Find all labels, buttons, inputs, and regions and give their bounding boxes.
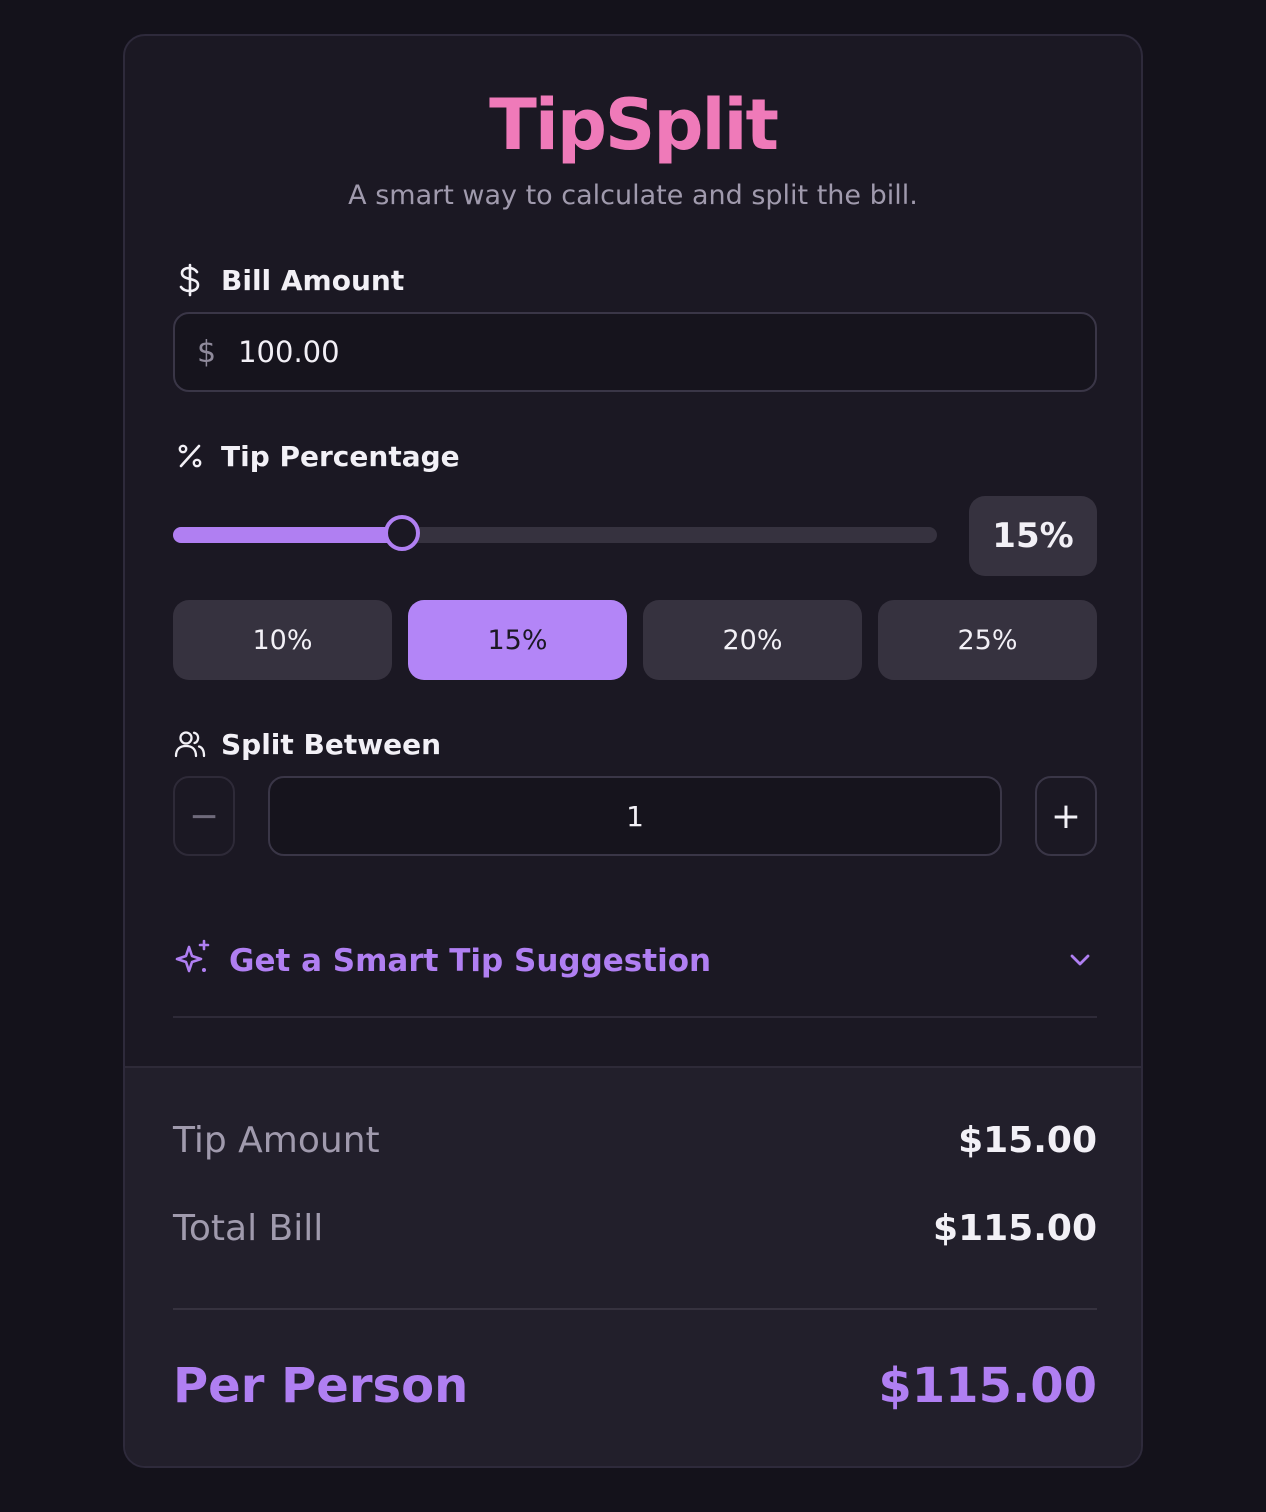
dollar-icon [173,263,207,297]
tip-amount-row: Tip Amount $15.00 [173,1120,1097,1161]
tip-slider[interactable] [173,515,937,551]
smart-tip-suggestion-label: Get a Smart Tip Suggestion [229,943,712,979]
split-between-label-text: Split Between [221,727,442,761]
percent-icon [173,439,207,473]
tip-percentage-display: 15% [969,496,1097,576]
tip-preset-10[interactable]: 10% [173,600,392,680]
bill-amount-label-text: Bill Amount [221,263,405,297]
tip-preset-15[interactable]: 15% [408,600,627,680]
users-icon [173,727,207,761]
app-subtitle: A smart way to calculate and split the b… [348,180,918,211]
people-count-input[interactable]: 1 [268,776,1002,856]
tip-percentage-label-text: Tip Percentage [221,439,460,473]
results-panel: Tip Amount $15.00 Total Bill $115.00 Per… [125,1066,1141,1466]
total-bill-row: Total Bill $115.00 [173,1208,1097,1249]
split-between-label: Split Between [173,724,441,764]
app-title: TipSplit [489,84,779,166]
per-person-label: Per Person [173,1358,469,1414]
tip-slider-thumb[interactable] [384,515,420,551]
chevron-down-icon [1069,952,1091,971]
tip-preset-25[interactable]: 25% [878,600,1097,680]
tip-preset-group: 10% 15% 20% 25% [173,600,1097,680]
per-person-row: Per Person $115.00 [173,1358,1097,1414]
divider [173,1016,1097,1018]
total-bill-value: $115.00 [933,1208,1097,1249]
tip-amount-label: Tip Amount [173,1120,380,1161]
per-person-value: $115.00 [878,1358,1097,1414]
currency-symbol: $ [197,334,217,370]
increase-people-button[interactable]: + [1035,776,1097,856]
tip-percentage-label: Tip Percentage [173,436,460,476]
tip-slider-fill [173,527,402,543]
bill-amount-label: Bill Amount [173,260,404,300]
tip-preset-20[interactable]: 20% [643,600,862,680]
decrease-people-button[interactable]: − [173,776,235,856]
bill-amount-input[interactable]: $ 100.00 [173,312,1097,392]
results-divider [173,1308,1097,1310]
smart-tip-suggestion-toggle[interactable]: Get a Smart Tip Suggestion [173,936,1097,986]
tipsplit-card: TipSplit A smart way to calculate and sp… [123,34,1143,1468]
bill-amount-value: 100.00 [238,335,340,369]
total-bill-label: Total Bill [173,1208,324,1249]
sparkles-icon [173,939,213,983]
tip-amount-value: $15.00 [958,1120,1097,1161]
